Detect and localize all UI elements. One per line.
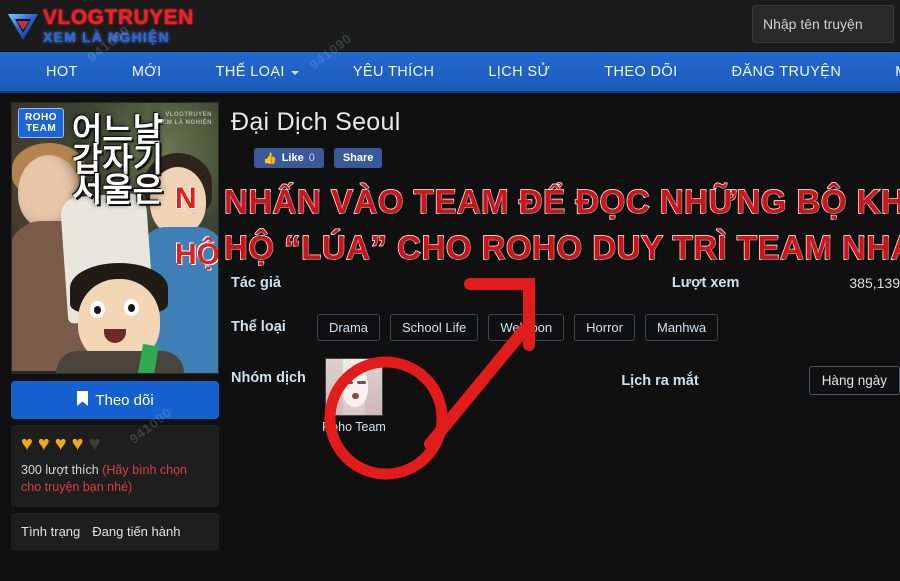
meta-row-genres: Thể loại Drama School Life Webtoon Horro… [231, 308, 900, 346]
nav-item-yeu-thich[interactable]: YÊU THÍCH [326, 52, 461, 91]
nav-label: MA [895, 64, 900, 80]
v-triangle-logo-icon [6, 9, 40, 43]
site-header: VLOGTRUYEN XEM LÀ NGHIỆN [0, 0, 900, 52]
like-count: 0 [308, 152, 315, 164]
schedule-badge[interactable]: Hàng ngày [808, 366, 900, 395]
author-label: Tác giả [231, 275, 281, 291]
nav-label: HOT [46, 63, 78, 80]
rating-panel: ♥ ♥ ♥ ♥ ♥ 300 lượt thích (Hãy bình chọn … [11, 425, 219, 507]
cover-korean-title: 어느날 갑자기 서울은 [72, 110, 164, 209]
comic-metadata: Tác giả Lượt xem 385,139 Thể loại Drama … [231, 264, 900, 434]
site-logo[interactable]: VLOGTRUYEN XEM LÀ NGHIỆN [0, 7, 194, 44]
status-label: Tình trạng [21, 524, 81, 539]
nav-item-the-loai[interactable]: THỂ LOẠI [189, 52, 326, 91]
heart-icon-1[interactable]: ♥ [21, 434, 33, 454]
content-area: ROHO TEAM 어느날 갑자기 서울은 VLOGTRUYEN XEM LÀ … [0, 93, 900, 550]
nav-item-dang-truyen[interactable]: ĐĂNG TRUYỆN [705, 52, 869, 91]
follow-button-label: Theo dõi [95, 391, 154, 409]
heart-icon-2[interactable]: ♥ [38, 434, 50, 454]
comic-cover-image[interactable]: ROHO TEAM 어느날 갑자기 서울은 VLOGTRUYEN XEM LÀ … [11, 102, 219, 374]
likes-line: 300 lượt thích (Hãy bình chọn cho truyện… [21, 462, 209, 496]
main-column: Đại Dịch Seoul 👍 Like 0 Share Tác giả Lư… [231, 102, 900, 550]
group-label: Nhóm dịch [231, 370, 306, 386]
nav-item-truncated[interactable]: MA [868, 52, 900, 91]
group-name: Roho Team [322, 420, 386, 434]
heart-icon-5[interactable]: ♥ [89, 434, 101, 454]
meta-row-author: Tác giả Lượt xem 385,139 [231, 264, 900, 302]
nav-label: MỚI [131, 63, 162, 80]
follow-button[interactable]: Theo dõi [11, 381, 219, 419]
likes-count-text: 300 lượt thích [21, 463, 99, 477]
page-title: Đại Dịch Seoul [231, 108, 401, 136]
status-badge: Đang tiến hành [92, 524, 181, 539]
views-value: 385,139 [849, 275, 900, 291]
thumbs-up-icon: 👍 [263, 152, 277, 165]
facebook-share-button[interactable]: Share [333, 148, 383, 168]
logo-title: VLOGTRUYEN [43, 6, 194, 29]
social-buttons: 👍 Like 0 Share [231, 148, 900, 168]
roho-team-avatar [325, 358, 383, 416]
genre-tag-school-life[interactable]: School Life [390, 313, 479, 341]
status-panel: Tình trạng Đang tiến hành [11, 513, 219, 550]
nav-item-moi[interactable]: MỚI [105, 52, 189, 91]
search-input[interactable] [752, 5, 894, 43]
genres-label: Thể loại [231, 319, 286, 335]
genre-tag-drama[interactable]: Drama [317, 313, 381, 341]
cover-red-overlay-text: N HỘ [175, 182, 219, 271]
rating-hearts[interactable]: ♥ ♥ ♥ ♥ ♥ [21, 434, 209, 454]
main-navigation: HOT MỚI THỂ LOẠI YÊU THÍCH LỊCH SỬ THEO … [0, 52, 900, 93]
bookmark-icon [76, 390, 89, 410]
schedule-label: Lịch ra mắt [621, 372, 699, 389]
genre-tag-webtoon[interactable]: Webtoon [488, 313, 565, 341]
nav-item-lich-su[interactable]: LỊCH SỬ [461, 52, 577, 91]
nav-label: THEO DÕI [604, 63, 678, 80]
nav-item-theo-doi[interactable]: THEO DÕI [577, 52, 704, 91]
heart-icon-3[interactable]: ♥ [55, 434, 67, 454]
heart-icon-4[interactable]: ♥ [72, 434, 84, 454]
nav-label: YÊU THÍCH [352, 63, 435, 80]
genre-tag-list: Drama School Life Webtoon Horror Manhwa [317, 313, 719, 341]
page-root: VLOGTRUYEN XEM LÀ NGHIỆN HOT MỚI THỂ LOẠ… [0, 0, 900, 581]
genre-tag-horror[interactable]: Horror [574, 313, 635, 341]
chevron-down-icon [290, 70, 299, 75]
share-label: Share [342, 152, 374, 164]
sidebar: ROHO TEAM 어느날 갑자기 서울은 VLOGTRUYEN XEM LÀ … [11, 102, 219, 550]
roho-team-badge: ROHO TEAM [18, 108, 64, 138]
nav-label: LỊCH SỬ [488, 63, 551, 80]
translation-group[interactable]: Roho Team [317, 358, 391, 434]
like-label: Like [281, 152, 304, 164]
meta-row-group: Nhóm dịch Roho Team Lịch ra mắt Hàng ngà… [231, 358, 900, 434]
facebook-like-button[interactable]: 👍 Like 0 [254, 148, 324, 168]
logo-subtitle: XEM LÀ NGHIỆN [43, 29, 170, 45]
genre-tag-manhwa[interactable]: Manhwa [644, 313, 719, 341]
nav-item-hot[interactable]: HOT [0, 52, 105, 91]
cover-watermark: VLOGTRUYEN XEM LÀ NGHIỆN [157, 112, 212, 126]
nav-label: THỂ LOẠI [215, 63, 285, 80]
nav-label: ĐĂNG TRUYỆN [731, 63, 842, 80]
views-label: Lượt xem [671, 275, 740, 291]
